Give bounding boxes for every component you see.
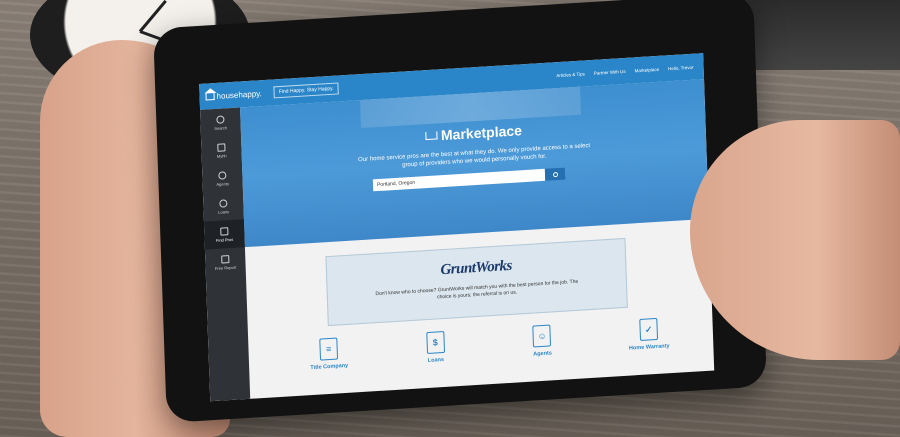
sidebar-item-free-report[interactable]: Free Report [205,247,246,277]
sidebar-item-label: Search [214,124,228,131]
category-label: Agents [533,350,553,358]
sidebar-item-find-pros[interactable]: Find Pros [203,219,245,250]
report-icon [221,254,230,264]
person-icon [218,170,227,180]
tablet-screen: househappy. Find Happy. Stay Happy. Arti… [199,53,715,402]
house-icon [424,131,438,141]
category-title-company[interactable]: ≡ Title Company [298,336,359,372]
category-home-warranty[interactable]: ✓ Home Warranty [618,317,679,353]
location-input[interactable] [372,168,546,192]
hero-banner: Marketplace Our home service pros are th… [240,79,709,248]
category-label: Title Company [310,362,349,372]
search-icon [552,171,558,177]
document-icon: ≡ [319,337,339,361]
featured-provider[interactable]: GruntWorks Don't know who to choose? Gru… [325,237,628,327]
category-agents[interactable]: ☺ Agents [512,323,573,359]
agent-icon: ☺ [532,324,552,348]
sidebar-item-search[interactable]: Search [200,107,241,137]
sidebar-item-agents[interactable]: Agents [202,163,243,193]
category-list: ≡ Title Company $ Loans ☺ Agents ✓ Home … [298,317,679,372]
search-icon [216,114,225,124]
tagline-button[interactable]: Find Happy. Stay Happy. [273,82,339,99]
book-icon [220,226,229,236]
search-button[interactable] [544,167,566,181]
location-search [372,167,566,192]
sidebar-item-label: Find Pros [215,236,234,243]
page-title-text: Marketplace [440,122,523,144]
category-label: Loans [427,356,445,364]
category-label: Home Warranty [628,343,670,352]
tablet-device: househappy. Find Happy. Stay Happy. Arti… [153,0,767,423]
sidebar-item-label: Free Report [214,264,237,271]
nav-link-marketplace[interactable]: Marketplace [634,66,659,72]
sidebar-item-myhh[interactable]: Myhh [201,135,242,165]
sidebar-item-loans[interactable]: Loans [203,191,244,221]
dollar-icon [219,198,228,208]
sidebar-item-label: Myhh [216,152,227,159]
nav-links: Articles & Tips Partner With Us Marketpl… [556,64,703,78]
home-icon [217,142,226,152]
sidebar-item-label: Loans [218,208,230,215]
nav-link-user-menu[interactable]: Hello, Trevor [668,64,694,71]
category-loans[interactable]: $ Loans [405,330,466,366]
nav-link-partner[interactable]: Partner With Us [594,68,626,75]
app-logo[interactable]: househappy. [199,89,262,102]
warranty-icon: ✓ [639,317,659,341]
nav-link-articles[interactable]: Articles & Tips [556,71,585,78]
logo-text: househappy. [216,88,262,101]
money-icon: $ [425,330,445,355]
sidebar-item-label: Agents [216,180,229,187]
house-icon [205,92,215,101]
